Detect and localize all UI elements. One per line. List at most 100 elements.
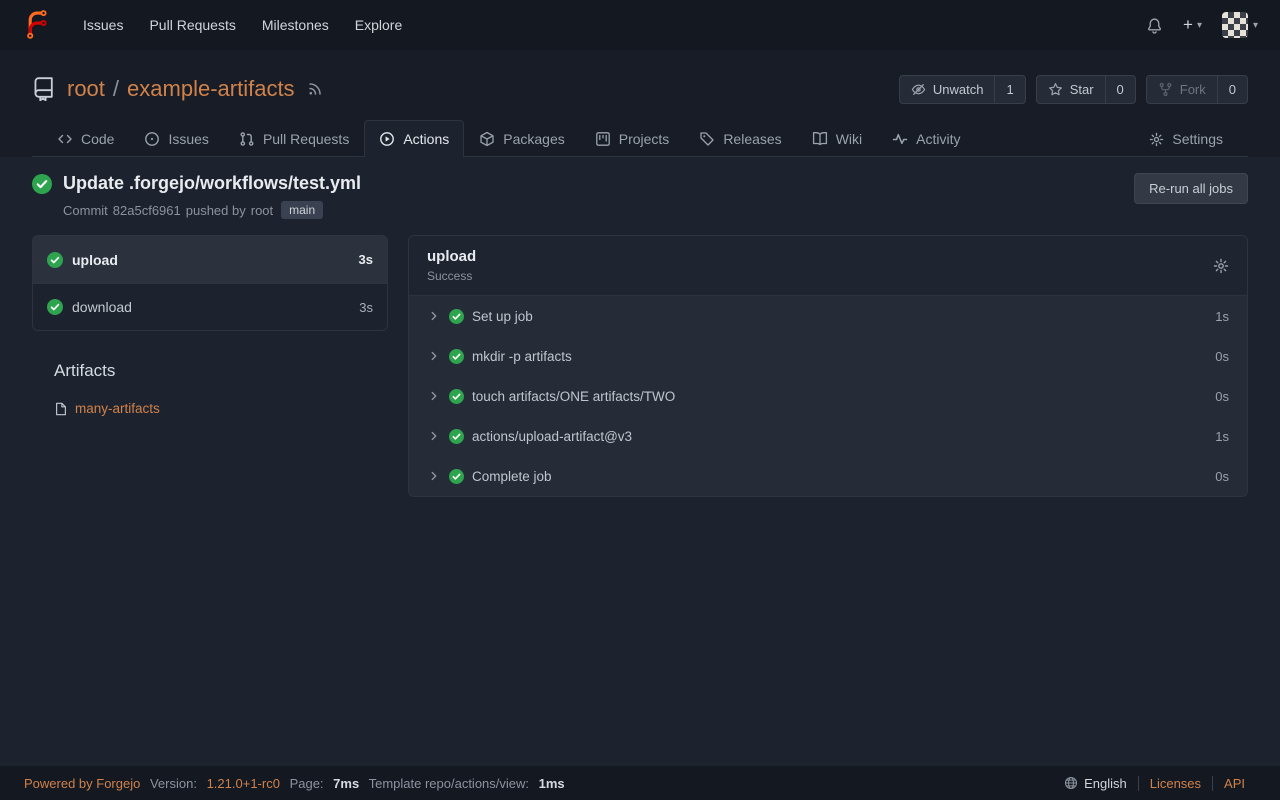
job-item[interactable]: download 3s xyxy=(33,283,387,330)
tab-settings[interactable]: Settings xyxy=(1134,120,1238,157)
job-name: upload xyxy=(72,252,118,268)
tab-wiki[interactable]: Wiki xyxy=(797,120,877,157)
tab-label: Code xyxy=(81,131,114,147)
tab-issues[interactable]: Issues xyxy=(129,120,223,157)
step-success-check-icon xyxy=(449,309,464,324)
licenses-link[interactable]: Licenses xyxy=(1138,776,1212,791)
page-time-label: Page: xyxy=(290,776,324,791)
gear-icon[interactable] xyxy=(1213,258,1229,274)
step-success-check-icon xyxy=(449,349,464,364)
create-new-menu[interactable]: + ▾ xyxy=(1183,15,1202,35)
step-success-check-icon xyxy=(449,389,464,404)
job-detail-title: upload xyxy=(427,248,476,265)
artifacts-section: Artifacts many-artifacts xyxy=(32,361,388,416)
nav-pull-requests[interactable]: Pull Requests xyxy=(136,9,248,41)
star-icon xyxy=(1048,82,1063,97)
tab-projects[interactable]: Projects xyxy=(580,120,685,157)
branch-badge[interactable]: main xyxy=(281,201,323,219)
version-value-link[interactable]: 1.21.0+1-rc0 xyxy=(207,776,280,791)
tab-label: Activity xyxy=(916,131,960,147)
powered-by-link[interactable]: Powered by Forgejo xyxy=(24,776,140,791)
repo-owner-link[interactable]: root xyxy=(67,76,105,102)
eye-slash-icon xyxy=(911,82,926,97)
run-meta: Commit 82a5cf6961 pushed by root main xyxy=(63,201,361,219)
nav-issues[interactable]: Issues xyxy=(70,9,136,41)
star-button[interactable]: Star 0 xyxy=(1036,75,1136,104)
page-time-value: 7ms xyxy=(333,776,359,791)
fork-label: Fork xyxy=(1180,82,1206,97)
notifications-bell-icon[interactable] xyxy=(1146,17,1163,34)
unwatch-button[interactable]: Unwatch 1 xyxy=(899,75,1026,104)
step-name: Set up job xyxy=(472,309,533,324)
step-row[interactable]: touch artifacts/ONE artifacts/TWO 0s xyxy=(409,376,1247,416)
step-row[interactable]: actions/upload-artifact@v3 1s xyxy=(409,416,1247,456)
tab-packages[interactable]: Packages xyxy=(464,120,579,157)
api-label[interactable]: API xyxy=(1224,776,1245,791)
licenses-label[interactable]: Licenses xyxy=(1150,776,1201,791)
forgejo-logo-icon[interactable] xyxy=(22,10,52,40)
chevron-down-icon: ▾ xyxy=(1253,20,1258,31)
step-row[interactable]: mkdir -p artifacts 0s xyxy=(409,336,1247,376)
step-success-check-icon xyxy=(449,429,464,444)
breadcrumb-separator: / xyxy=(113,76,119,102)
template-time-label: Template repo/actions/view: xyxy=(369,776,529,791)
artifact-download-link[interactable]: many-artifacts xyxy=(75,401,160,416)
chevron-right-icon xyxy=(427,469,441,483)
navbar-right: + ▾ ▾ xyxy=(1146,12,1258,38)
nav-explore[interactable]: Explore xyxy=(342,9,415,41)
step-duration: 1s xyxy=(1215,309,1229,324)
job-success-check-icon xyxy=(47,299,63,315)
tab-pull-requests[interactable]: Pull Requests xyxy=(224,120,364,157)
repo-action-buttons: Unwatch 1 Star 0 xyxy=(899,75,1248,104)
unwatch-label: Unwatch xyxy=(933,82,984,97)
job-detail-panel: upload Success Set up job 1s mkdir -p ar… xyxy=(408,235,1248,497)
settings-icon xyxy=(1149,132,1164,147)
rerun-all-jobs-button[interactable]: Re-run all jobs xyxy=(1134,173,1248,204)
step-success-check-icon xyxy=(449,469,464,484)
fork-button[interactable]: Fork 0 xyxy=(1146,75,1248,104)
tab-actions[interactable]: Actions xyxy=(364,120,464,157)
actions-run-view: Update .forgejo/workflows/test.yml Commi… xyxy=(0,157,1280,766)
step-name: mkdir -p artifacts xyxy=(472,349,572,364)
tab-label: Releases xyxy=(723,131,781,147)
chevron-right-icon xyxy=(427,349,441,363)
job-status-text: Success xyxy=(427,269,476,283)
globe-icon xyxy=(1064,776,1078,790)
actions-icon xyxy=(379,131,395,147)
tab-code[interactable]: Code xyxy=(42,120,129,157)
language-selector[interactable]: English xyxy=(1053,776,1138,791)
activity-pulse-icon xyxy=(892,131,908,147)
plus-icon: + xyxy=(1183,15,1193,35)
user-menu[interactable]: ▾ xyxy=(1222,12,1258,38)
commit-label: Commit xyxy=(63,203,108,218)
step-name: Complete job xyxy=(472,469,552,484)
repo-name-link[interactable]: example-artifacts xyxy=(127,76,295,102)
repo-icon xyxy=(32,77,56,101)
chevron-right-icon xyxy=(427,309,441,323)
nav-milestones[interactable]: Milestones xyxy=(249,9,342,41)
step-row[interactable]: Complete job 0s xyxy=(409,456,1247,496)
issues-icon xyxy=(144,131,160,147)
tab-label: Pull Requests xyxy=(263,131,349,147)
tab-label: Actions xyxy=(403,131,449,147)
tab-releases[interactable]: Releases xyxy=(684,120,796,157)
repo-header: root / example-artifacts Unwatch xyxy=(0,50,1280,157)
step-row[interactable]: Set up job 1s xyxy=(409,296,1247,336)
star-count[interactable]: 0 xyxy=(1105,76,1135,103)
pusher-name[interactable]: root xyxy=(251,203,273,218)
commit-sha[interactable]: 82a5cf6961 xyxy=(113,203,181,218)
watch-count[interactable]: 1 xyxy=(994,76,1024,103)
language-label: English xyxy=(1084,776,1127,791)
artifact-item: many-artifacts xyxy=(54,401,388,416)
tab-label: Settings xyxy=(1172,131,1223,147)
step-duration: 0s xyxy=(1215,349,1229,364)
tab-activity[interactable]: Activity xyxy=(877,120,975,157)
run-title: Update .forgejo/workflows/test.yml xyxy=(63,173,361,194)
footer: Powered by Forgejo Version: 1.21.0+1-rc0… xyxy=(0,766,1280,800)
run-success-check-icon xyxy=(32,174,52,219)
rss-icon[interactable] xyxy=(307,81,323,97)
fork-count[interactable]: 0 xyxy=(1217,76,1247,103)
job-item[interactable]: upload 3s xyxy=(33,236,387,283)
job-name: download xyxy=(72,299,132,315)
api-link[interactable]: API xyxy=(1212,776,1256,791)
